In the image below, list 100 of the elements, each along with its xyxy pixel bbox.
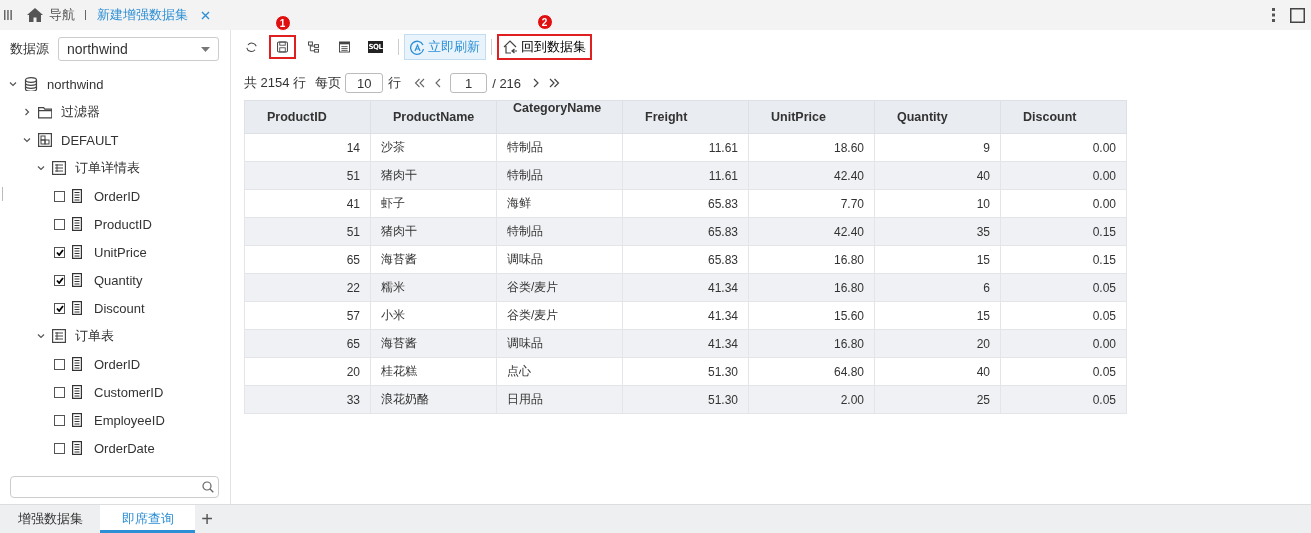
tree-item[interactable]: northwind — [0, 70, 230, 98]
checkbox[interactable] — [54, 414, 65, 426]
home-arrow-icon — [503, 40, 518, 54]
tree-label: UnitPrice — [94, 244, 147, 260]
tree-item[interactable]: OrderID — [0, 350, 230, 378]
search-field[interactable] — [10, 476, 219, 498]
table-cell: 0.05 — [1000, 357, 1127, 386]
document-icon — [70, 245, 84, 259]
tree-label: OrderID — [94, 188, 141, 204]
table-cell: 51.30 — [622, 385, 749, 414]
close-icon[interactable] — [201, 10, 210, 20]
chevron-down-icon[interactable] — [37, 332, 45, 340]
more-icon[interactable] — [1272, 8, 1275, 22]
nav-link[interactable]: 导航 — [49, 6, 75, 24]
row-count: 共 2154 行 — [244, 74, 307, 92]
table-cell: 桂花糕 — [370, 357, 497, 386]
table-cell: 0.05 — [1000, 385, 1127, 414]
table-cell: 15.60 — [748, 301, 875, 330]
table-cell: 65.83 — [622, 217, 749, 246]
table-cell: 0.15 — [1000, 245, 1127, 274]
last-page-icon[interactable] — [548, 78, 561, 88]
table-cell: 0.00 — [1000, 161, 1127, 190]
tab[interactable]: 增强数据集 — [0, 505, 100, 533]
checkbox[interactable] — [54, 386, 65, 398]
table-cell: 日用品 — [496, 385, 623, 414]
table-cell: 11.61 — [622, 161, 749, 190]
chevron-down-icon[interactable] — [9, 80, 17, 88]
tab[interactable]: 即席查询 — [100, 505, 195, 533]
table-cell: 2.00 — [748, 385, 875, 414]
tree-item[interactable]: Quantity — [0, 266, 230, 294]
page-size-input[interactable]: 10 — [345, 73, 384, 93]
document-icon — [70, 357, 84, 371]
tree-item[interactable]: EmployeeID — [0, 406, 230, 434]
grip-icon[interactable] — [4, 10, 12, 20]
table-cell: 0.00 — [1000, 189, 1127, 218]
form-icon — [339, 40, 350, 54]
tree-item[interactable]: ProductID — [0, 210, 230, 238]
table-cell: 7.70 — [748, 189, 875, 218]
document-icon — [70, 441, 84, 455]
table-cell: 沙茶 — [370, 133, 497, 162]
column-header[interactable]: ProductID — [244, 100, 371, 134]
table-cell: 16.80 — [748, 273, 875, 302]
resize-handle[interactable] — [2, 187, 3, 201]
tree-item[interactable]: DEFAULT — [0, 126, 230, 154]
database-icon — [24, 77, 38, 91]
checkbox[interactable] — [54, 218, 65, 230]
first-page-icon[interactable] — [414, 78, 427, 88]
tree-label: 订单详情表 — [75, 159, 140, 177]
refresh-icon — [246, 40, 257, 54]
column-header[interactable]: CategoryName — [496, 100, 623, 134]
table-cell: 64.80 — [748, 357, 875, 386]
table-cell: 65.83 — [622, 245, 749, 274]
table-cell: 42.40 — [748, 161, 875, 190]
tree-item[interactable]: 订单详情表 — [0, 154, 230, 182]
checkbox[interactable] — [54, 274, 65, 286]
table-cell: 41.34 — [622, 273, 749, 302]
table-cell: 0.05 — [1000, 273, 1127, 302]
chevron-down-icon[interactable] — [23, 136, 31, 144]
tree-label: DEFAULT — [61, 132, 119, 148]
table-cell: 0.05 — [1000, 301, 1127, 330]
column-header[interactable]: Quantity — [874, 100, 1001, 134]
column-header[interactable]: Freight — [622, 100, 749, 134]
table-cell: 51 — [244, 217, 371, 246]
tree-item[interactable]: Discount — [0, 294, 230, 322]
table-cell: 42.40 — [748, 217, 875, 246]
chevron-down-icon[interactable] — [37, 164, 45, 172]
check-icon — [55, 248, 64, 256]
table-cell: 65 — [244, 245, 371, 274]
column-header[interactable]: Discount — [1000, 100, 1127, 134]
home-icon[interactable] — [27, 8, 43, 22]
table-cell: 40 — [874, 357, 1001, 386]
check-icon — [55, 276, 64, 284]
tree-item[interactable]: UnitPrice — [0, 238, 230, 266]
auto-refresh-icon — [410, 39, 425, 55]
checkbox[interactable] — [54, 302, 65, 314]
tree-item[interactable]: CustomerID — [0, 378, 230, 406]
tree-item[interactable]: OrderDate — [0, 434, 230, 462]
column-header[interactable]: ProductName — [370, 100, 497, 134]
tree-item[interactable]: 订单表 — [0, 322, 230, 350]
tree-item[interactable]: 过滤器 — [0, 98, 230, 126]
tree-label: OrderDate — [94, 440, 155, 456]
chevron-right-icon[interactable] — [23, 108, 31, 116]
tree-item[interactable]: OrderID — [0, 182, 230, 210]
datasource-select[interactable]: northwind — [58, 37, 219, 61]
table-cell: 6 — [874, 273, 1001, 302]
search-icon[interactable] — [202, 481, 214, 493]
maximize-icon[interactable] — [1290, 7, 1305, 23]
document-icon — [70, 385, 84, 399]
folder-icon — [38, 105, 52, 119]
checkbox[interactable] — [54, 190, 65, 202]
tree-label: CustomerID — [94, 384, 164, 400]
column-header[interactable]: UnitPrice — [748, 100, 875, 134]
page-input[interactable]: 1 — [450, 73, 488, 93]
table-cell: 小米 — [370, 301, 497, 330]
checkbox[interactable] — [54, 442, 65, 454]
table-cell: 9 — [874, 133, 1001, 162]
checkbox[interactable] — [54, 246, 65, 258]
add-tab-button[interactable]: + — [201, 505, 213, 533]
table-cell: 谷类/麦片 — [496, 301, 623, 330]
checkbox[interactable] — [54, 358, 65, 370]
